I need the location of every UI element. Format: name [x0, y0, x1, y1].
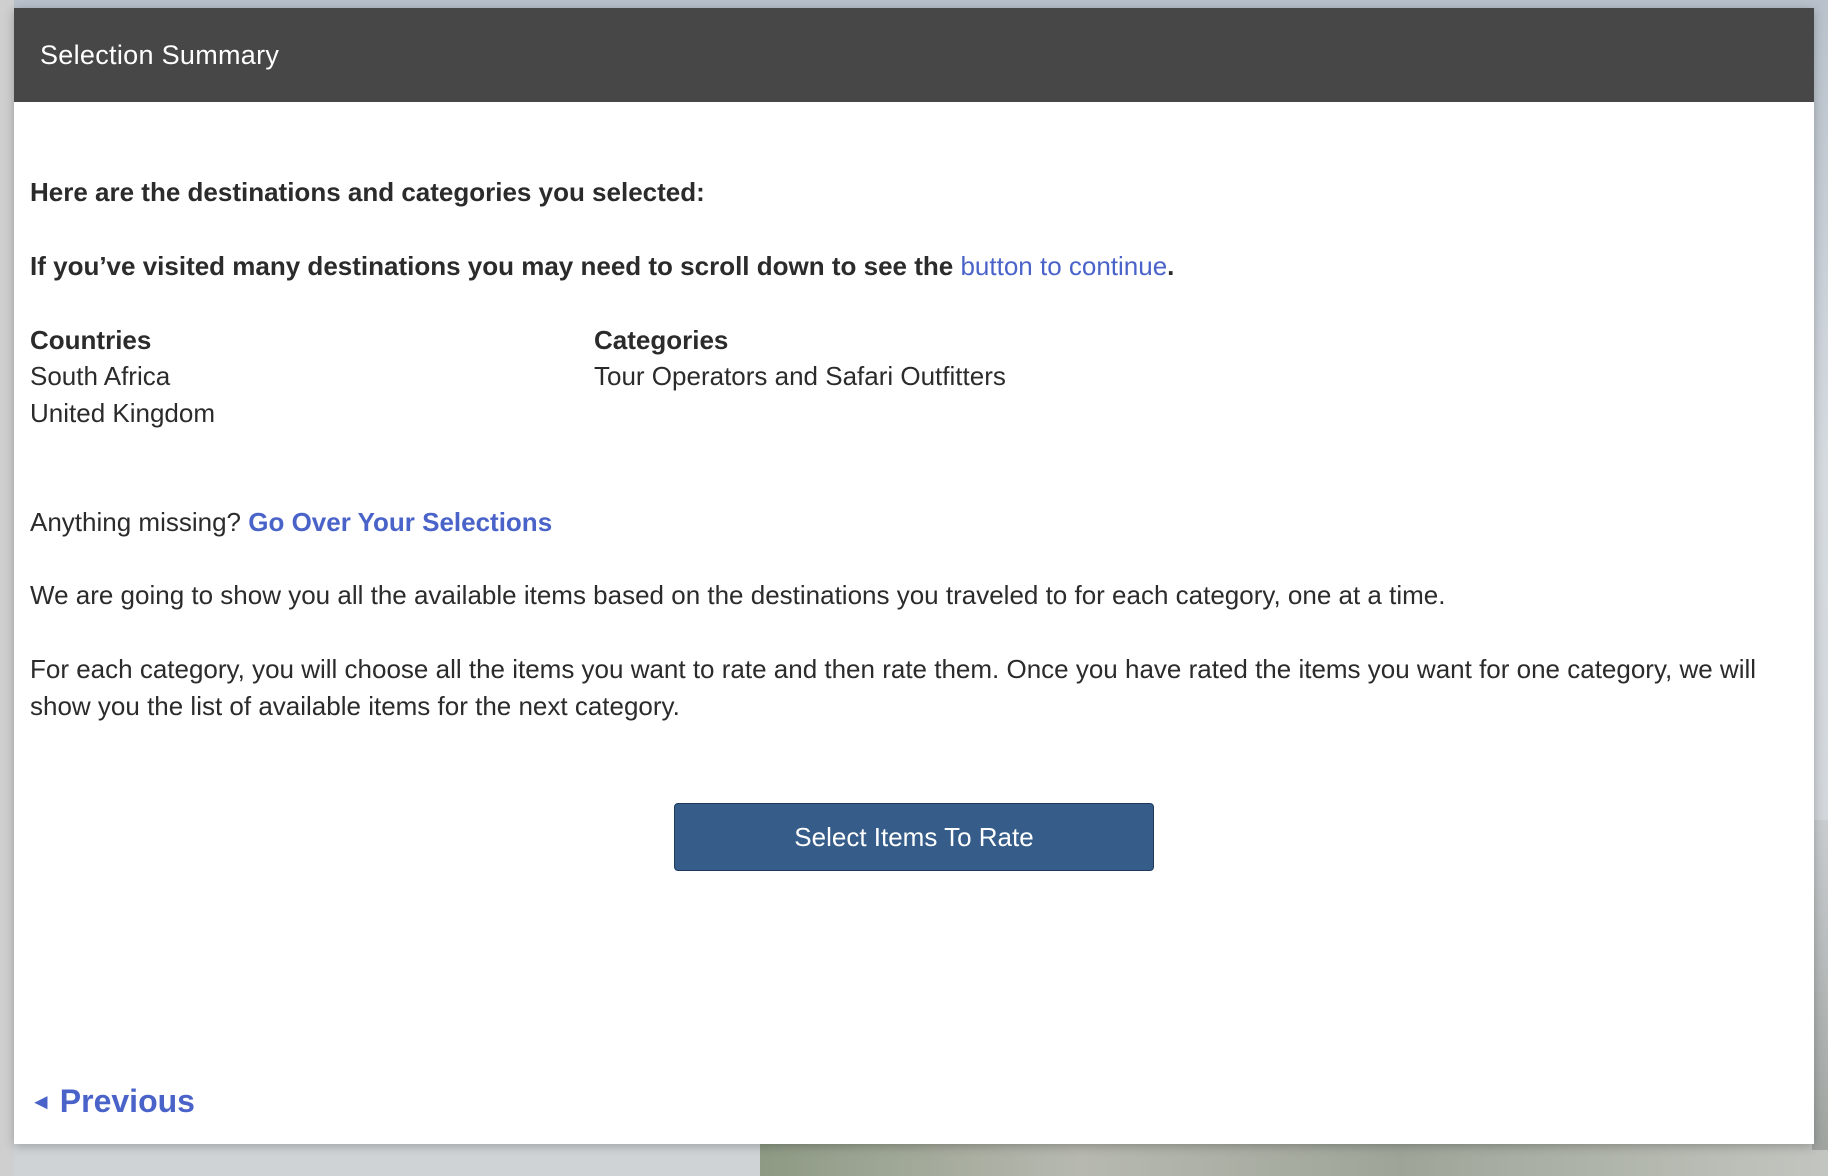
- previous-label: Previous: [59, 1083, 195, 1119]
- go-over-selections-link[interactable]: Go Over Your Selections: [248, 507, 552, 537]
- modal-title: Selection Summary: [40, 39, 280, 70]
- countries-column: Countries South Africa United Kingdom: [30, 322, 594, 432]
- modal-header: Selection Summary: [14, 8, 1814, 102]
- scroll-note: If you’ve visited many destinations you …: [30, 248, 1798, 284]
- select-items-to-rate-button[interactable]: Select Items To Rate: [674, 803, 1154, 871]
- categories-column: Categories Tour Operators and Safari Out…: [594, 322, 1006, 432]
- selection-columns: Countries South Africa United Kingdom Ca…: [30, 322, 1798, 432]
- selection-summary-modal: Selection Summary Here are the destinati…: [14, 8, 1814, 1144]
- modal-body: Here are the destinations and categories…: [14, 174, 1814, 871]
- triangle-left-icon: ◄: [30, 1088, 52, 1114]
- categories-header: Categories: [594, 325, 729, 355]
- country-item: South Africa: [30, 361, 171, 391]
- anything-missing-label: Anything missing?: [30, 507, 249, 537]
- category-item: Tour Operators and Safari Outfitters: [594, 361, 1006, 391]
- background-photo: [760, 1140, 1828, 1176]
- primary-action-wrap: Select Items To Rate: [30, 803, 1798, 871]
- countries-header: Countries: [30, 325, 152, 355]
- previous-link[interactable]: ◄ Previous: [30, 1083, 195, 1120]
- button-to-continue-link[interactable]: button to continue: [960, 251, 1167, 281]
- explanation-paragraph-1: We are going to show you all the availab…: [30, 580, 1446, 610]
- explanation-paragraph-2: For each category, you will choose all t…: [30, 654, 1757, 721]
- background-photo-edge: [1812, 820, 1828, 1150]
- scroll-note-prefix: If you’ve visited many destinations you …: [30, 251, 961, 281]
- intro-text: Here are the destinations and categories…: [30, 177, 705, 207]
- scroll-note-suffix: .: [1167, 251, 1175, 281]
- country-item: United Kingdom: [30, 398, 215, 428]
- background-page: [0, 0, 14, 1176]
- anything-missing: Anything missing? Go Over Your Selection…: [30, 504, 1798, 540]
